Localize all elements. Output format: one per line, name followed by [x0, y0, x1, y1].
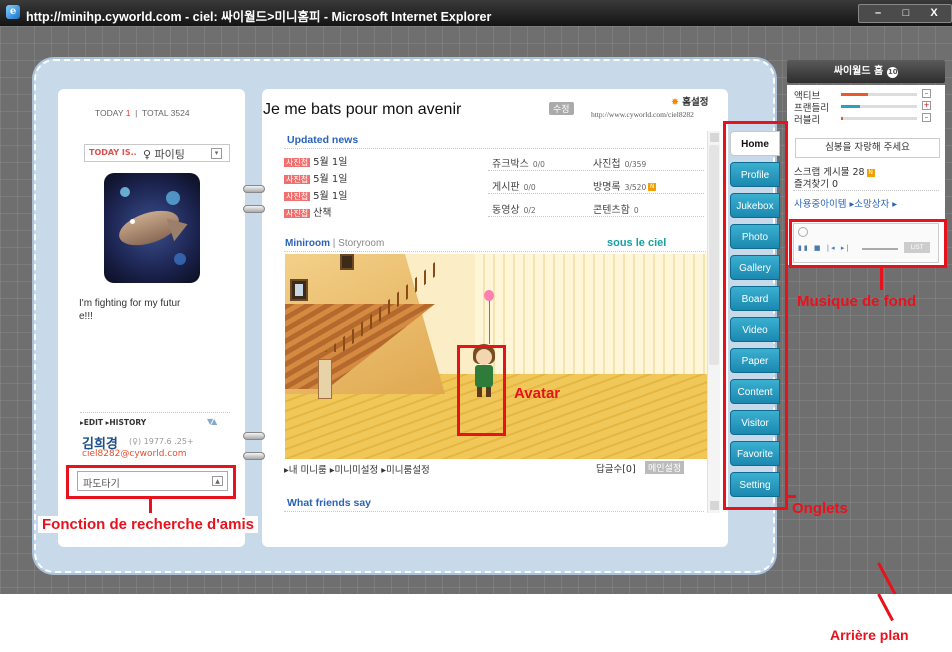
minimize-button[interactable]: –	[865, 7, 891, 20]
main-settings-button[interactable]: 메인설정	[645, 461, 685, 474]
scroll-up-button[interactable]	[710, 133, 719, 142]
divider	[488, 170, 704, 171]
scrollbar[interactable]	[707, 131, 720, 513]
background-annotation: Arrière plan	[830, 627, 909, 643]
gear-icon: ✸	[671, 97, 679, 108]
close-button[interactable]: X	[921, 7, 947, 20]
new-badge-icon: N	[866, 168, 875, 177]
bottom-margin	[0, 594, 952, 652]
window-title-bar: e http://minihp.cyworld.com - ciel: 싸이월드…	[0, 0, 952, 26]
room-name: sous le ciel	[607, 237, 667, 249]
plus-icon[interactable]: –	[922, 89, 931, 98]
stat-video[interactable]: 동영상 0/2	[492, 201, 536, 216]
annotation-line	[880, 266, 883, 290]
lovely-bar-fill	[841, 117, 843, 120]
avatar-annotation: Avatar	[514, 385, 561, 402]
binder-ring	[243, 205, 265, 213]
wall	[475, 254, 707, 374]
edit-history-links[interactable]: ▸EDIT ▸HISTORY	[80, 418, 146, 427]
home-badge-icon: 10	[887, 67, 899, 78]
divider	[284, 511, 704, 512]
updated-news-title: Updated news	[287, 134, 359, 146]
stat-photo[interactable]: 사진첩 0/359	[593, 155, 646, 170]
new-badge-icon: N	[648, 183, 657, 191]
mood-value: ♀ 파이팅	[143, 148, 185, 161]
friends-say-title: What friends say	[287, 497, 372, 509]
annotation-line	[149, 499, 152, 513]
fish-eye-shape	[130, 219, 135, 224]
friendly-bar-fill	[841, 105, 860, 108]
bubble-shape	[174, 253, 186, 265]
internet-explorer-icon: e	[6, 5, 20, 19]
miniroom-tabs[interactable]: Miniroom | Storyroom	[285, 238, 384, 249]
favorites-count[interactable]: 즐겨찾기 0	[794, 176, 838, 190]
news-item[interactable]: 사진첩 5월 1일	[284, 170, 347, 185]
friend-search-highlight	[66, 465, 236, 499]
bubble-shape	[120, 187, 130, 197]
window-controls: – □ X	[858, 4, 952, 23]
stat-board[interactable]: 게시판 0/0	[492, 178, 536, 193]
frame-picture	[295, 284, 303, 296]
stat-content[interactable]: 콘텐츠함 0	[593, 201, 639, 216]
divider	[488, 193, 704, 194]
bubble-shape	[166, 191, 180, 205]
picture-frame	[290, 279, 308, 301]
profile-photo	[104, 173, 200, 283]
news-item[interactable]: 사진첩 5월 1일	[284, 153, 347, 168]
news-item[interactable]: 사진첩 산책	[284, 204, 332, 219]
chevron-down-icon[interactable]: ▾	[211, 148, 222, 159]
edit-title-button[interactable]: 수정	[549, 102, 574, 115]
activity-bar	[841, 93, 917, 96]
mood-label: TODAY IS..	[89, 148, 137, 157]
collapse-arrows-icon[interactable]: ▼▲	[207, 417, 217, 426]
minus-icon[interactable]: –	[922, 113, 931, 122]
activity-bar-fill	[841, 93, 868, 96]
stat-jukebox[interactable]: 쥬크박스 0/0	[492, 155, 545, 170]
balloon	[484, 290, 494, 301]
binder-ring	[243, 432, 265, 440]
reply-count: 답글수[0]	[596, 464, 636, 475]
divider	[488, 216, 704, 217]
music-annotation: Musique de fond	[797, 293, 917, 310]
owner-email[interactable]: ciel8282@cyworld.com	[82, 449, 187, 459]
music-highlight	[789, 219, 947, 268]
bar-label: 러블리	[794, 115, 821, 126]
stat-guestbook[interactable]: 방명록 3/520 N	[593, 178, 657, 193]
plus-icon[interactable]: +	[922, 101, 931, 110]
annotation-line	[786, 495, 796, 498]
page-title: Je me bats pour mon avenir	[263, 101, 462, 118]
avatar-highlight	[457, 345, 506, 436]
visitor-counter: TODAY 1 | TOTAL 3524	[95, 108, 190, 118]
divider	[80, 412, 230, 413]
news-item[interactable]: 사진첩 5월 1일	[284, 187, 347, 202]
friendly-bar	[841, 105, 917, 108]
owner-info: (♀) 1977.6 .25+	[129, 437, 194, 446]
home-url[interactable]: http://www.cyworld.com/ciel8282	[591, 110, 694, 119]
tabs-annotation: Onglets	[792, 500, 848, 517]
balloon-string	[489, 298, 490, 344]
maximize-button[interactable]: □	[893, 7, 919, 20]
divider	[284, 251, 708, 252]
newel-post	[318, 359, 332, 399]
tabs-highlight	[723, 121, 788, 510]
profile-intro: I'm fighting for my futur e!!!	[79, 298, 181, 322]
window-title: http://minihp.cyworld.com - ciel: 싸이월드>미…	[26, 10, 492, 24]
miniroom-links[interactable]: ▸내 미니룸 ▸미니미설정 ▸미니룸설정	[284, 462, 430, 476]
divider	[284, 148, 704, 149]
binder-ring	[243, 452, 265, 460]
lovely-bar	[841, 117, 917, 120]
cyworld-home-button[interactable]: 싸이월드 홈 10	[787, 60, 945, 83]
picture-frame	[340, 254, 354, 270]
scrollbar-thumb[interactable]	[709, 145, 719, 365]
mood-selector[interactable]: TODAY IS.. ♀ 파이팅 ▾	[84, 144, 230, 162]
binder-ring	[243, 185, 265, 193]
fish-tail-shape	[166, 212, 192, 242]
divider	[793, 190, 939, 191]
item-links[interactable]: 사용중아이템 ▸소망상자 ▸	[794, 196, 897, 210]
praise-button[interactable]: 심봉을 자랑해 주세요	[795, 138, 940, 158]
home-settings-link[interactable]: ✸ 홈설정	[671, 94, 709, 108]
scroll-down-button[interactable]	[710, 501, 719, 510]
friend-search-annotation: Fonction de recherche d'amis	[38, 516, 258, 533]
